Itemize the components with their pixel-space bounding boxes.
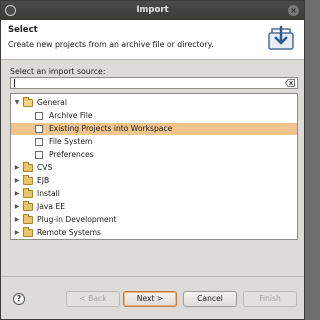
import-source-label: Select an import source:	[10, 67, 106, 76]
folder-icon	[23, 201, 33, 211]
window-title: Import	[136, 5, 169, 15]
folder-open-icon	[23, 97, 33, 107]
expand-arrow-icon[interactable]: ▶	[13, 214, 21, 226]
tree-item[interactable]: Archive File	[11, 110, 297, 122]
filter-field[interactable]	[10, 77, 298, 89]
help-icon[interactable]: ?	[13, 293, 25, 305]
tree-category[interactable]: ▼ General	[11, 97, 297, 109]
tree-item[interactable]: Preferences	[11, 149, 297, 161]
page-title: Select	[8, 25, 38, 35]
expand-arrow-icon[interactable]: ▶	[13, 201, 21, 213]
folder-icon	[23, 188, 33, 198]
tree-category[interactable]: ▶ CVS	[11, 162, 297, 174]
tree-item-label: Plug-in Development	[37, 215, 117, 224]
back-button[interactable]: < Back	[66, 291, 120, 307]
folder-icon	[23, 227, 33, 237]
tree-item-label: Existing Projects into Workspace	[49, 124, 173, 133]
title-bar[interactable]: Import ×	[1, 1, 304, 20]
text-caret	[14, 79, 15, 87]
next-button[interactable]: Next >	[123, 291, 177, 307]
cancel-button[interactable]: Cancel	[183, 291, 237, 307]
tree-item-label: File System	[49, 137, 93, 146]
tree-item-label: General	[37, 98, 67, 107]
tree-item-label: EJB	[37, 176, 50, 185]
page-description: Create new projects from an archive file…	[8, 40, 214, 49]
wizard-header: Select Create new projects from an archi…	[1, 20, 304, 60]
tree-category[interactable]: ▶ Install	[11, 188, 297, 200]
file-system-icon	[35, 138, 43, 146]
existing-projects-icon	[35, 125, 43, 133]
preferences-icon	[35, 151, 43, 159]
expand-arrow-icon[interactable]: ▶	[13, 188, 21, 200]
tree-category[interactable]: ▶ Remote Systems	[11, 227, 297, 239]
tree-item-label: Java EE	[37, 202, 66, 211]
expand-arrow-icon[interactable]: ▶	[13, 162, 21, 174]
tree-item-label: CVS	[37, 163, 53, 172]
tree-category[interactable]: ▶ Plug-in Development	[11, 214, 297, 226]
close-button[interactable]: ×	[288, 5, 299, 16]
filter-input[interactable]	[11, 78, 271, 88]
expand-arrow-icon[interactable]: ▶	[13, 175, 21, 187]
clear-filter-icon[interactable]	[285, 79, 295, 87]
tree-category[interactable]: ▶ Java EE	[11, 201, 297, 213]
folder-icon	[23, 214, 33, 224]
folder-icon	[23, 175, 33, 185]
tree-item[interactable]: File System	[11, 136, 297, 148]
tree-item-label: Preferences	[49, 150, 94, 159]
folder-icon	[23, 162, 33, 172]
archive-file-icon	[35, 112, 43, 120]
tree-item[interactable]: Existing Projects into Workspace	[11, 123, 297, 135]
expand-arrow-icon[interactable]: ▶	[13, 227, 21, 239]
button-bar-divider	[1, 276, 304, 277]
collapse-arrow-icon[interactable]: ▼	[13, 97, 21, 109]
tree-category[interactable]: ▶ EJB	[11, 175, 297, 187]
finish-button[interactable]: Finish	[243, 291, 297, 307]
import-banner-icon	[268, 26, 294, 50]
import-dialog: Import × Select Create new projects from…	[0, 0, 305, 320]
tree-item-label: Remote Systems	[37, 228, 101, 237]
import-source-tree[interactable]: ▼ General Archive File Existing Projects in…	[10, 93, 298, 240]
tree-item-label: Archive File	[49, 111, 93, 120]
tree-item-label: Install	[37, 189, 60, 198]
